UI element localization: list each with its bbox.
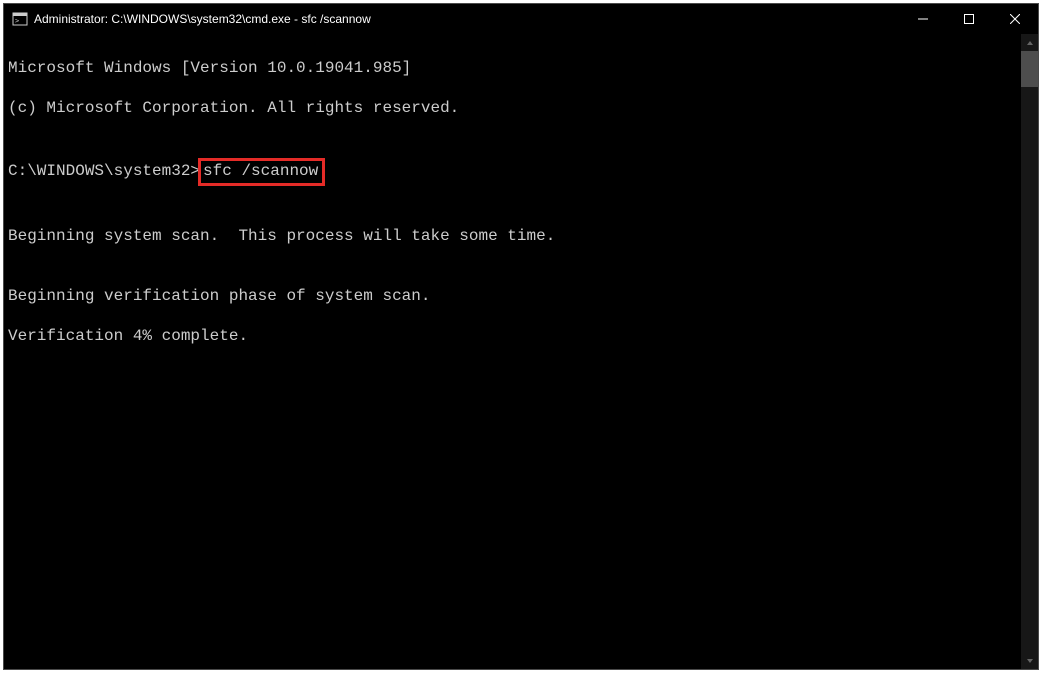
- window-title: Administrator: C:\WINDOWS\system32\cmd.e…: [34, 12, 371, 26]
- output-line: Beginning system scan. This process will…: [8, 226, 1021, 246]
- output-line: Verification 4% complete.: [8, 326, 1021, 346]
- vertical-scrollbar[interactable]: [1021, 34, 1038, 669]
- command-highlight: sfc /scannow: [198, 158, 325, 186]
- minimize-button[interactable]: [900, 4, 946, 34]
- output-line: Beginning verification phase of system s…: [8, 286, 1021, 306]
- content-area: Microsoft Windows [Version 10.0.19041.98…: [4, 34, 1038, 669]
- terminal-output[interactable]: Microsoft Windows [Version 10.0.19041.98…: [4, 34, 1021, 669]
- close-button[interactable]: [992, 4, 1038, 34]
- svg-text:>_: >_: [15, 17, 24, 25]
- maximize-button[interactable]: [946, 4, 992, 34]
- prompt-path: C:\WINDOWS\system32>: [8, 162, 200, 180]
- window-controls: [900, 4, 1038, 34]
- scroll-up-button[interactable]: [1021, 34, 1038, 51]
- cmd-window: >_ Administrator: C:\WINDOWS\system32\cm…: [3, 3, 1039, 670]
- scroll-down-button[interactable]: [1021, 652, 1038, 669]
- output-line: (c) Microsoft Corporation. All rights re…: [8, 98, 1021, 118]
- cmd-icon: >_: [12, 11, 28, 27]
- titlebar[interactable]: >_ Administrator: C:\WINDOWS\system32\cm…: [4, 4, 1038, 34]
- output-line: Microsoft Windows [Version 10.0.19041.98…: [8, 58, 1021, 78]
- scroll-track[interactable]: [1021, 51, 1038, 652]
- prompt-line: C:\WINDOWS\system32>sfc /scannow: [8, 158, 1021, 186]
- scroll-thumb[interactable]: [1021, 51, 1038, 87]
